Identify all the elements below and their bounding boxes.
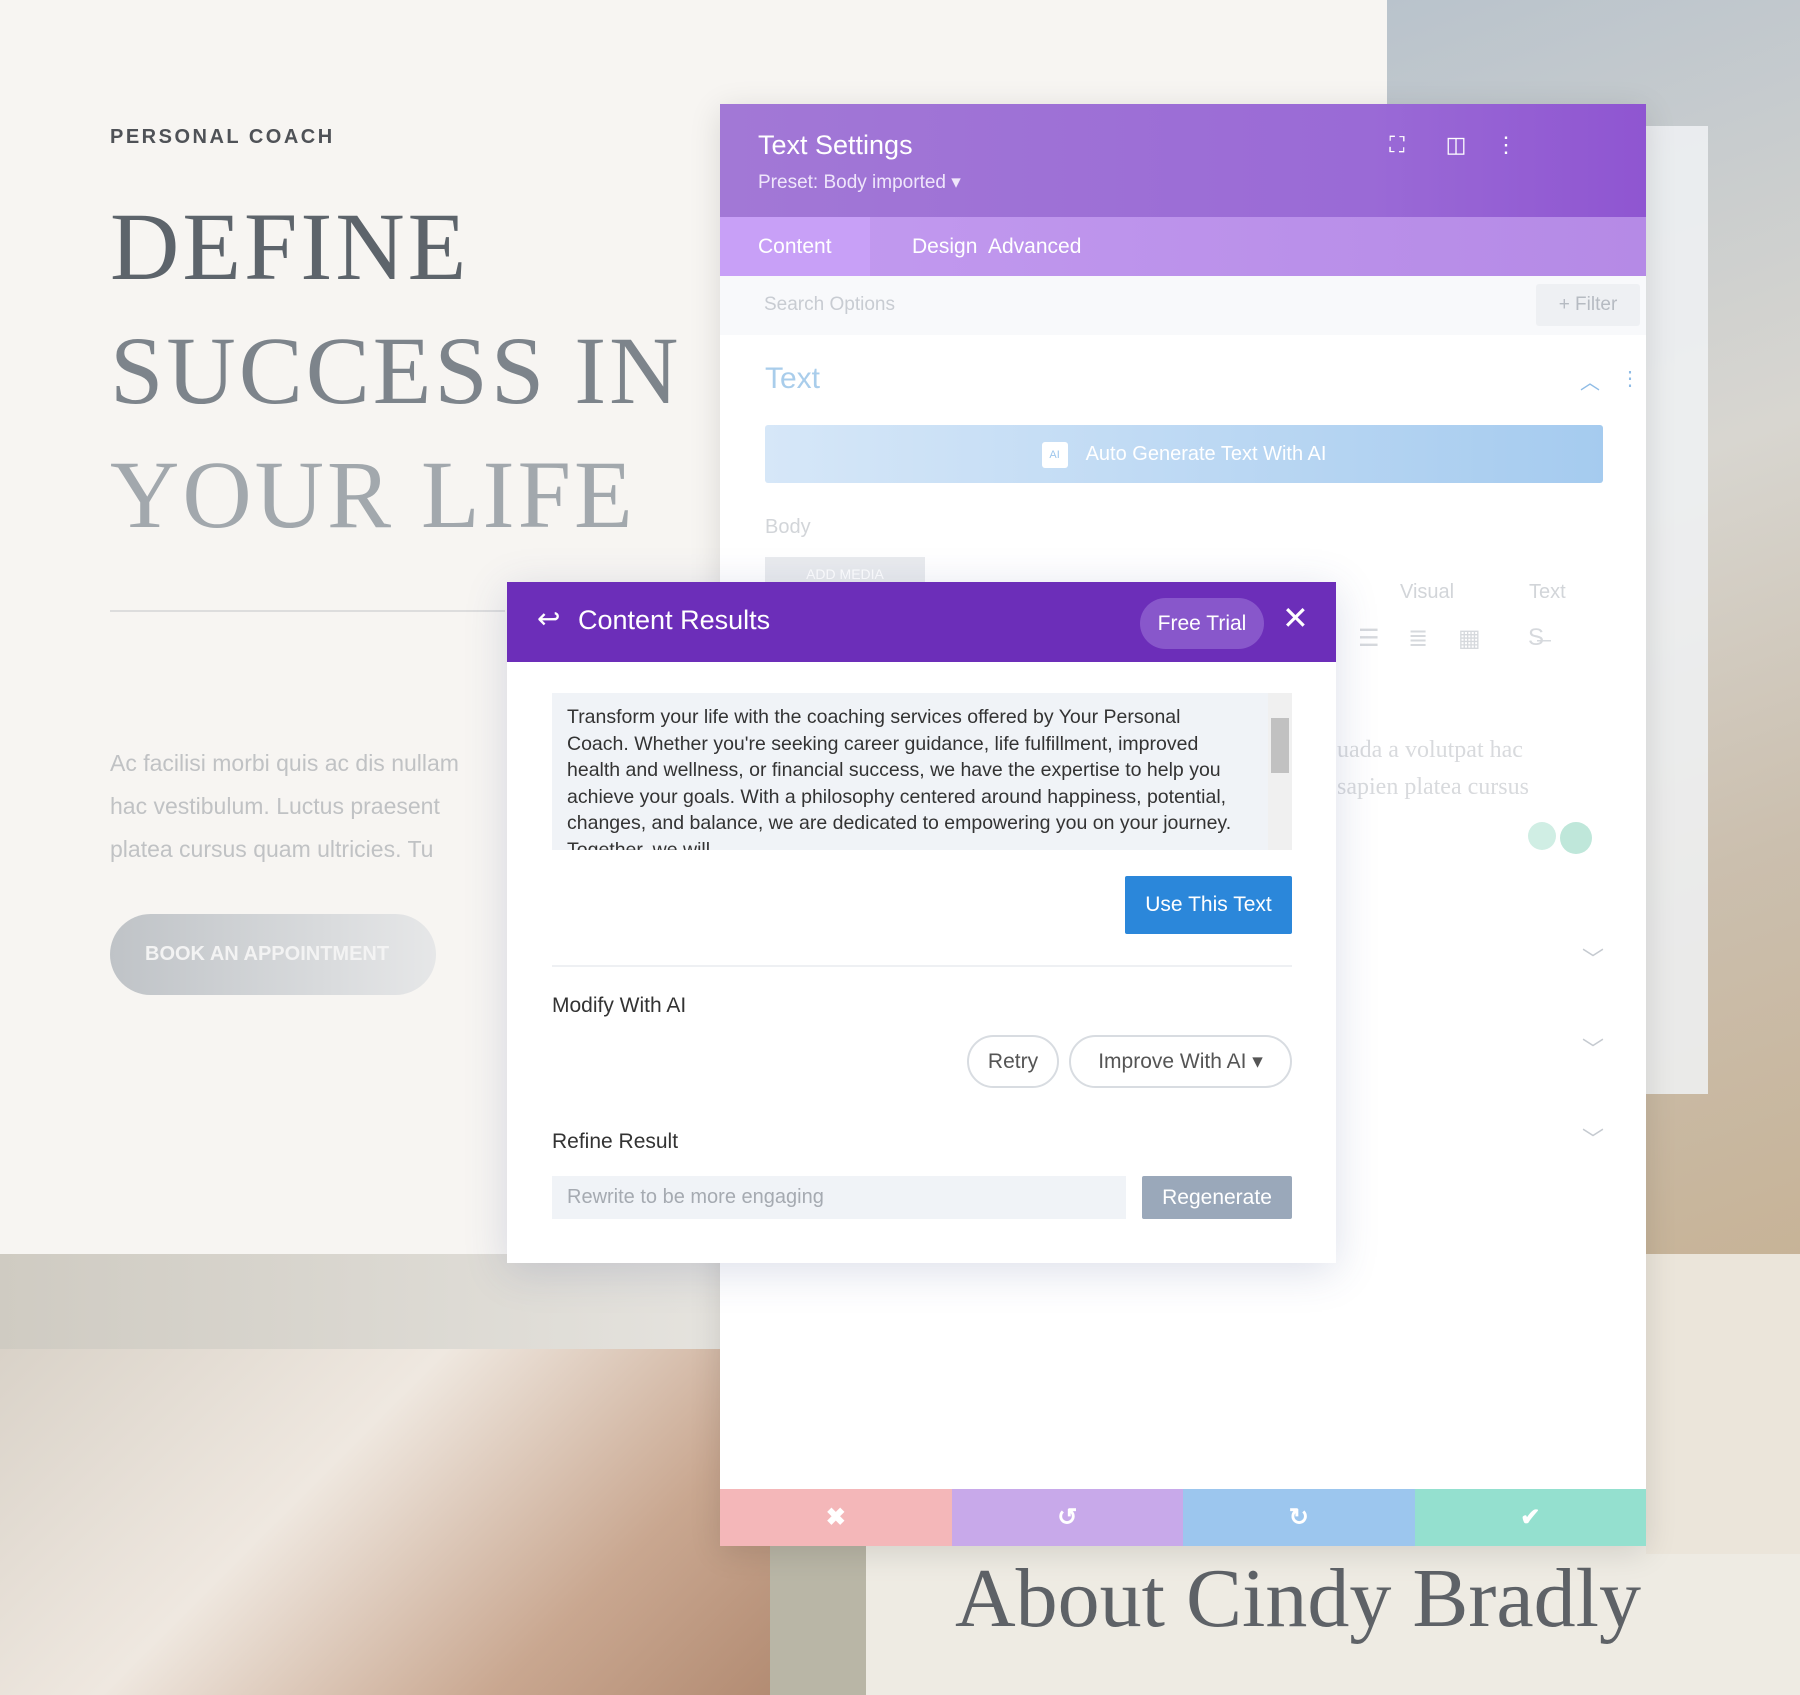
preset-dropdown[interactable]: Preset: Body imported ▾: [758, 171, 961, 194]
modal-title: Content Results: [578, 605, 771, 635]
hero-headline: DEFINE SUCCESS IN YOUR LIFE: [110, 185, 682, 557]
background-strip: [0, 1254, 720, 1349]
background-panel: [1646, 126, 1708, 1094]
add-media-button[interactable]: ADD MEDIA: [765, 557, 925, 583]
settings-title: Text Settings: [758, 130, 913, 160]
background-photo: [0, 1349, 770, 1695]
paragraph-line: platea cursus quam ultricies. Tu: [110, 836, 434, 862]
editor-preview-text: uada a volutpat hac sapien platea cursus: [1337, 732, 1529, 806]
use-this-text-button[interactable]: Use This Text: [1125, 876, 1292, 934]
check-icon[interactable]: ✔: [1414, 1489, 1646, 1546]
search-input[interactable]: Search Options: [764, 294, 895, 316]
refine-label: Refine Result: [552, 1130, 679, 1153]
ai-icon: AI: [1041, 441, 1068, 468]
kicker: PERSONAL COACH: [110, 126, 335, 148]
tab-advanced[interactable]: Advanced: [950, 217, 1119, 276]
tab-content[interactable]: Content: [720, 217, 870, 276]
divider: [110, 610, 505, 612]
preview-line: sapien platea cursus: [1337, 774, 1529, 800]
tab-text[interactable]: Text: [1529, 581, 1566, 604]
paragraph-line: hac vestibulum. Luctus praesent: [110, 793, 440, 819]
headline-line: SUCCESS IN: [110, 317, 682, 424]
paragraph-line: Ac facilisi morbi quis ac dis nullam: [110, 750, 459, 776]
table-icon[interactable]: ▦: [1458, 624, 1481, 653]
settings-tabs: Content Design Advanced: [720, 217, 1646, 276]
close-icon[interactable]: ✕: [1282, 599, 1309, 637]
scrollbar[interactable]: [1268, 693, 1292, 850]
redo-icon[interactable]: ↻: [1183, 1489, 1415, 1546]
auto-generate-ai-button[interactable]: AI Auto Generate Text With AI: [765, 425, 1603, 483]
chevron-down-icon[interactable]: ﹀: [1582, 1122, 1604, 1154]
lightbulb-icon[interactable]: [1528, 822, 1556, 850]
back-arrow-icon[interactable]: ↩: [537, 602, 560, 635]
preview-line: uada a volutpat hac: [1337, 737, 1523, 763]
more-icon[interactable]: ⋮: [1493, 132, 1519, 158]
about-heading: About Cindy Bradly: [955, 1552, 1641, 1645]
section-title[interactable]: Text: [765, 362, 820, 396]
scrollbar-thumb[interactable]: [1271, 718, 1289, 773]
chevron-up-icon[interactable]: ︿: [1580, 366, 1600, 395]
retry-button[interactable]: Retry: [967, 1035, 1059, 1088]
align-right-icon[interactable]: ☰: [1358, 624, 1380, 653]
result-text: Transform your life with the coaching se…: [567, 706, 1232, 850]
ai-button-label: Auto Generate Text With AI: [1085, 443, 1327, 465]
more-icon[interactable]: ⋮: [1620, 366, 1640, 391]
undo-icon[interactable]: ↺: [951, 1489, 1183, 1546]
close-icon[interactable]: ✖: [720, 1489, 952, 1546]
headline-line: DEFINE: [110, 193, 470, 300]
fullscreen-icon[interactable]: ⛶: [1384, 132, 1410, 158]
chevron-down-icon[interactable]: ﹀: [1582, 1032, 1604, 1064]
body-label: Body: [765, 516, 811, 538]
settings-footer: ✖ ↺ ↻ ✔: [720, 1489, 1646, 1546]
modify-label: Modify With AI: [552, 994, 687, 1017]
refine-input[interactable]: Rewrite to be more engaging: [552, 1176, 1126, 1219]
divider: [552, 965, 1292, 967]
split-view-icon[interactable]: ◫: [1443, 132, 1469, 158]
filter-button[interactable]: + Filter: [1536, 284, 1640, 326]
strikethrough-icon[interactable]: S̶: [1528, 624, 1544, 652]
content-results-modal: ↩ Content Results Free Trial ✕ Transform…: [507, 582, 1336, 1263]
result-textarea[interactable]: Transform your life with the coaching se…: [552, 693, 1292, 850]
hero-paragraph: Ac facilisi morbi quis ac dis nullam hac…: [110, 742, 510, 871]
free-trial-button[interactable]: Free Trial: [1140, 598, 1264, 649]
modal-header: ↩ Content Results Free Trial ✕: [507, 582, 1336, 662]
background-pole: [770, 1546, 866, 1695]
regenerate-button[interactable]: Regenerate: [1142, 1176, 1292, 1219]
search-bar: Search Options + Filter: [720, 276, 1646, 335]
grammarly-icon[interactable]: [1560, 822, 1592, 854]
improve-with-ai-dropdown[interactable]: Improve With AI ▾: [1069, 1035, 1292, 1088]
chevron-down-icon[interactable]: ﹀: [1582, 942, 1604, 974]
tab-visual[interactable]: Visual: [1400, 581, 1454, 604]
background-section: [1646, 1254, 1800, 1554]
justify-icon[interactable]: ≣: [1408, 624, 1428, 653]
settings-header: Text Settings Preset: Body imported ▾ ⛶ …: [720, 104, 1646, 217]
book-appointment-button[interactable]: BOOK AN APPOINTMENT: [110, 914, 436, 995]
headline-line: YOUR LIFE: [110, 441, 636, 548]
